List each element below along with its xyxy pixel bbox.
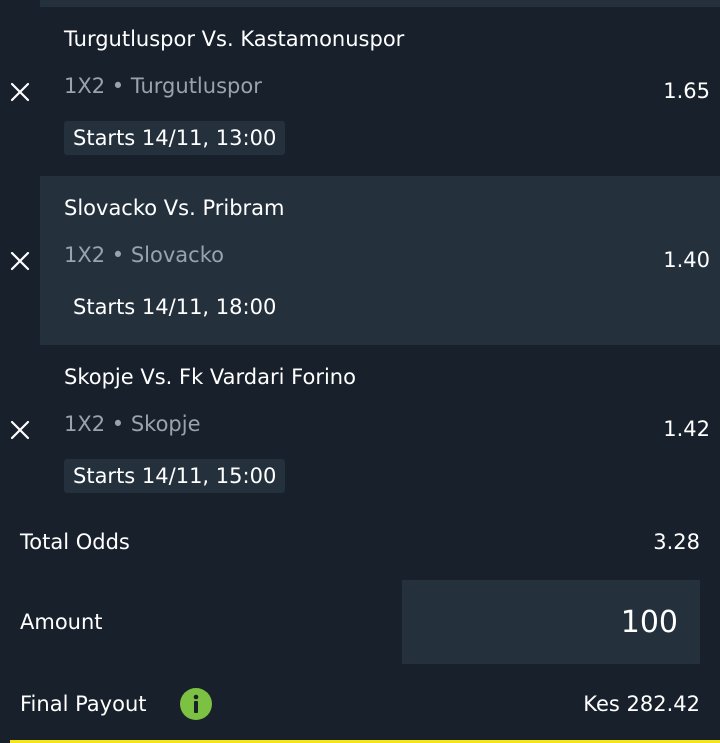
close-icon [10,82,30,102]
bet-item: Slovacko Vs. Pribram 1X2 • Slovacko Star… [0,176,720,345]
bet-item: Turgutluspor Vs. Kastamonuspor 1X2 • Tur… [0,7,720,176]
close-icon [10,420,30,440]
final-payout-label: Final Payout [20,692,147,716]
bet-item: Skopje Vs. Fk Vardari Forino 1X2 • Skopj… [0,345,720,514]
bet-odds: 1.40 [663,248,710,272]
match-title: Turgutluspor Vs. Kastamonuspor [64,27,405,51]
previous-item-edge [40,0,720,7]
total-odds-value: 3.28 [653,530,700,554]
start-time-badge: Starts 14/11, 18:00 [73,295,277,319]
close-icon [10,251,30,271]
amount-input[interactable] [402,580,700,664]
total-odds-label: Total Odds [20,530,130,554]
match-title: Slovacko Vs. Pribram [64,196,285,220]
remove-bet-button[interactable] [6,416,34,444]
amount-label: Amount [20,610,103,634]
remove-bet-button[interactable] [6,78,34,106]
start-time-badge: Starts 14/11, 13:00 [64,121,286,155]
start-time-badge: Starts 14/11, 15:00 [64,459,286,493]
info-icon[interactable] [180,688,212,720]
final-payout-value: Kes 282.42 [583,692,700,716]
bet-selection: 1X2 • Turgutluspor [64,74,262,98]
remove-bet-button[interactable] [6,247,34,275]
bet-selection: 1X2 • Skopje [64,412,201,436]
bet-selection: 1X2 • Slovacko [64,243,224,267]
bet-odds: 1.65 [663,79,710,103]
match-title: Skopje Vs. Fk Vardari Forino [64,365,356,389]
bet-odds: 1.42 [663,417,710,441]
